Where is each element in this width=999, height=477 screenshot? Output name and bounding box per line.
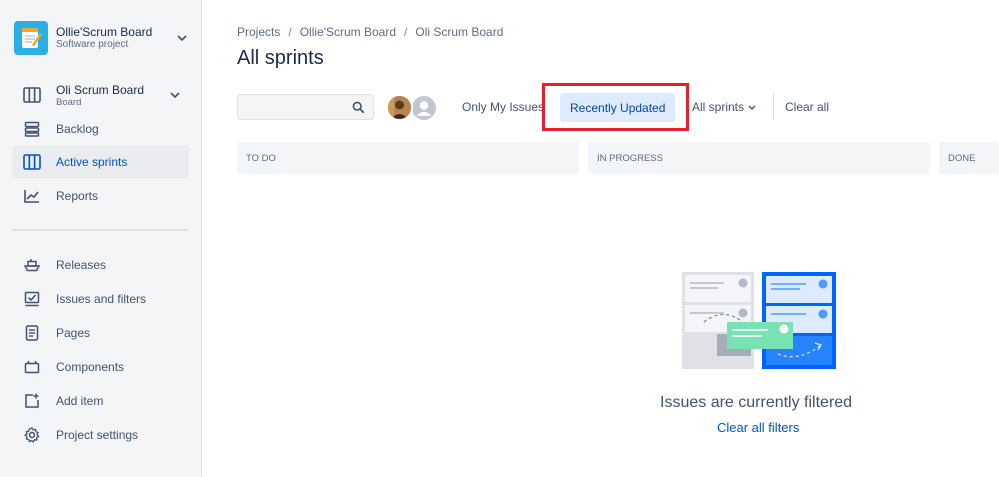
sidebar-item-project-settings[interactable]: Project settings	[12, 418, 189, 451]
add-item-icon	[22, 391, 42, 411]
sidebar-item-backlog[interactable]: Backlog	[12, 112, 189, 145]
component-icon	[22, 357, 42, 377]
clear-all-filters-link[interactable]: Clear all filters	[717, 420, 799, 435]
sidebar-item-label: Pages	[56, 325, 91, 340]
breadcrumb-separator: /	[404, 25, 408, 39]
column-header-in-progress: IN PROGRESS	[588, 142, 930, 174]
breadcrumb-board[interactable]: Oli Scrum Board	[415, 25, 503, 39]
chevron-down-icon	[748, 105, 756, 110]
avatar-user[interactable]	[386, 94, 413, 121]
board-columns-icon	[22, 85, 42, 105]
board-sub-label: Board	[56, 96, 82, 108]
sidebar-item-label: Reports	[56, 188, 99, 203]
sidebar-item-board[interactable]: Oli Scrum Board Board	[12, 77, 189, 113]
search-box[interactable]	[237, 94, 374, 120]
column-header-done: DONE	[939, 142, 999, 174]
sidebar-item-active-sprints[interactable]: Active sprints	[12, 145, 189, 178]
chart-icon	[22, 186, 42, 206]
project-switcher[interactable]: Ollie'Scrum Board Software project	[14, 20, 190, 56]
sidebar-item-label: Releases	[56, 257, 107, 272]
sidebar-item-issues-filters[interactable]: Issues and filters	[12, 282, 189, 315]
only-my-issues-filter[interactable]: Only My Issues	[462, 92, 544, 122]
sidebar-item-add-item[interactable]: Add item	[12, 384, 189, 417]
sidebar-item-label: Project settings	[56, 427, 139, 442]
board-columns-icon	[22, 152, 42, 172]
project-type: Software project	[56, 39, 129, 50]
filtered-empty-illustration	[682, 272, 836, 370]
search-input[interactable]	[238, 95, 348, 119]
sidebar-divider	[12, 229, 189, 231]
breadcrumb-project[interactable]: Ollie'Scrum Board	[300, 25, 396, 39]
sidebar-item-releases[interactable]: Releases	[12, 248, 189, 281]
toolbar-divider	[773, 94, 774, 120]
column-header-todo: TO DO	[237, 142, 579, 174]
page-icon	[22, 323, 42, 343]
board-name: Oli Scrum Board	[56, 82, 145, 97]
sidebar-item-reports[interactable]: Reports	[12, 179, 189, 212]
clear-all-button[interactable]: Clear all	[785, 92, 829, 122]
search-icon[interactable]	[352, 101, 365, 119]
project-name: Ollie'Scrum Board	[56, 25, 153, 39]
empty-state-title: Issues are currently filtered	[660, 394, 853, 411]
sidebar-item-components[interactable]: Components	[12, 350, 189, 383]
breadcrumb-projects[interactable]: Projects	[237, 25, 280, 39]
sidebar-item-label: Add item	[56, 393, 104, 408]
sidebar-item-label: Components	[56, 359, 125, 374]
breadcrumb: Projects / Ollie'Scrum Board / Oli Scrum…	[237, 25, 503, 39]
filter-issues-icon	[22, 289, 42, 309]
ship-icon	[22, 255, 42, 275]
sidebar-item-label: Issues and filters	[56, 291, 147, 306]
sidebar-item-pages[interactable]: Pages	[12, 316, 189, 349]
gear-icon	[22, 425, 42, 445]
project-sidebar: Ollie'Scrum Board Software project Oli S…	[0, 0, 202, 477]
all-sprints-dropdown[interactable]: All sprints	[692, 92, 756, 122]
chevron-down-icon[interactable]	[167, 87, 183, 103]
highlight-box	[542, 83, 689, 131]
sidebar-item-label: Active sprints	[56, 154, 128, 169]
project-avatar-icon	[14, 21, 48, 55]
backlog-icon	[22, 119, 42, 139]
breadcrumb-separator: /	[288, 25, 292, 39]
chevron-down-icon[interactable]	[174, 30, 190, 46]
page-title: All sprints	[237, 47, 324, 69]
all-sprints-label: All sprints	[692, 100, 745, 114]
sidebar-item-label: Backlog	[56, 121, 99, 136]
avatar-unassigned[interactable]	[410, 94, 438, 122]
